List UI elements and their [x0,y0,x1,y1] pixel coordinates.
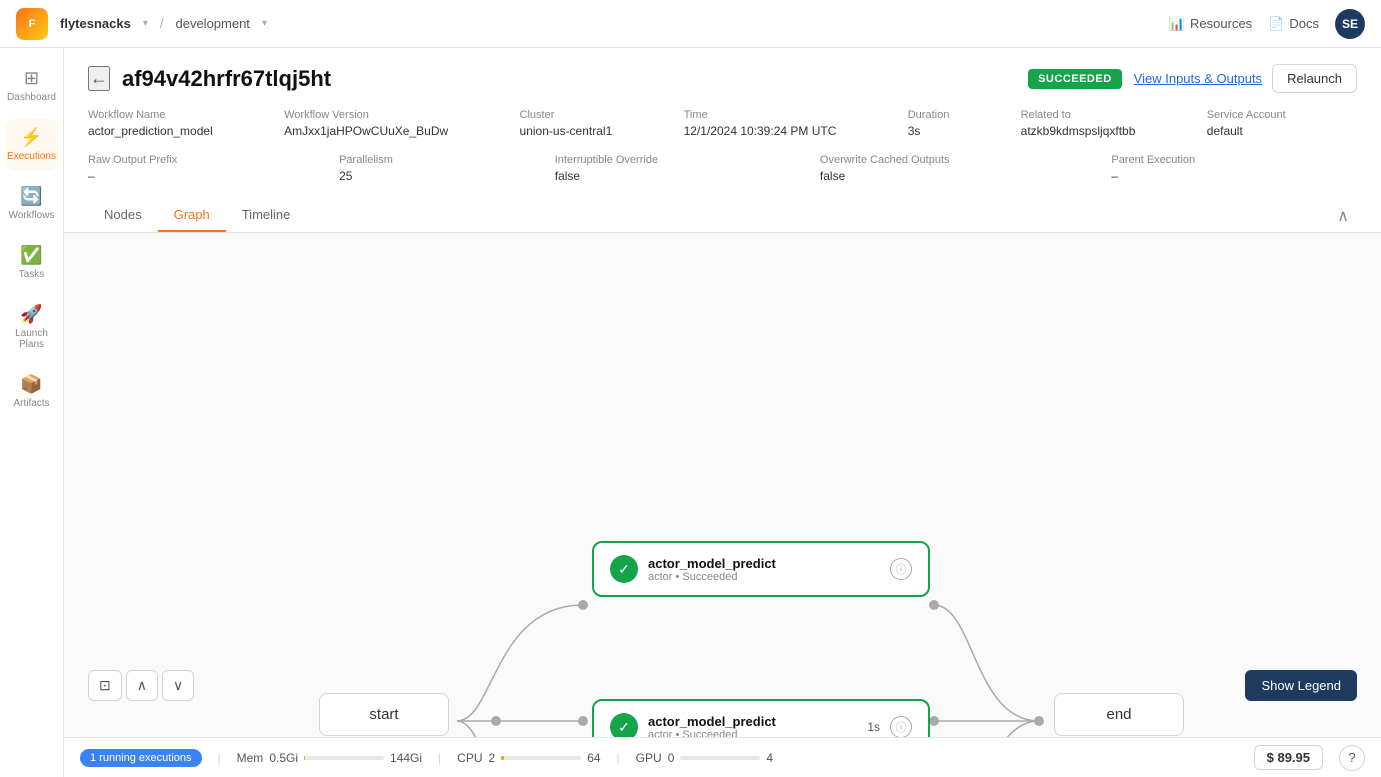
org-label[interactable]: flytesnacks [60,16,131,31]
mem-current: 0.5Gi [269,751,298,765]
zoom-fit-button[interactable]: ⊡ [88,670,122,701]
cost-badge: $ 89.95 [1254,745,1323,770]
gpu-max: 4 [766,751,773,765]
avatar[interactable]: SE [1335,9,1365,39]
meta-cluster: Cluster union-us-central1 [520,109,684,138]
sidebar-item-dashboard[interactable]: ⊞ Dashboard [6,60,58,111]
cpu-resource: CPU 2 64 [457,751,600,765]
gpu-resource: GPU 0 4 [636,751,773,765]
docs-icon: 📄 [1268,16,1284,32]
graph-toolbar: ⊡ ∧ ∨ [88,670,194,701]
node-info-text: actor_model_predict actor • Succeeded [648,714,853,738]
cpu-bar [501,756,581,760]
metadata-row1: Workflow Name actor_prediction_model Wor… [88,109,1357,138]
metadata-row2: Raw Output Prefix – Parallelism 25 Inter… [88,154,1357,183]
tasks-icon: ✅ [20,245,42,266]
sidebar-item-workflows[interactable]: 🔄 Workflows [6,178,58,229]
tab-nodes[interactable]: Nodes [88,199,158,232]
sidebar: ⊞ Dashboard ⚡ Executions 🔄 Workflows ✅ T… [0,48,64,777]
graph-area: start ✓ actor_model_predict actor • Succ… [64,233,1381,737]
cost-value: $ 89.95 [1267,750,1310,765]
main-content: ← af94v42hrfr67tlqj5ht SUCCEEDED View In… [64,48,1381,777]
meta-workflow-name: Workflow Name actor_prediction_model [88,109,284,138]
mem-resource: Mem 0.5Gi 144Gi [237,751,422,765]
help-button[interactable]: ? [1339,745,1365,771]
sidebar-item-label: Dashboard [7,92,56,103]
bar-chart-icon: 📊 [1169,16,1185,32]
logo-icon: F [16,8,48,40]
node-info-button[interactable]: ⓘ [890,558,912,580]
cpu-fill [501,756,503,760]
mem-bar [304,756,384,760]
meta-overwrite-cache: Overwrite Cached Outputs false [820,154,1111,183]
cpu-current: 2 [489,751,496,765]
cpu-label: CPU [457,751,482,765]
env-chevron-icon: ▾ [262,18,267,29]
meta-duration: Duration 3s [908,109,1021,138]
sidebar-item-artifacts[interactable]: 📦 Artifacts [6,366,58,417]
meta-raw-output: Raw Output Prefix – [88,154,339,183]
sidebar-item-tasks[interactable]: ✅ Tasks [6,237,58,288]
flow-connections [64,233,1381,737]
success-icon: ✓ [610,555,638,583]
zoom-in-button[interactable]: ∧ [126,670,158,701]
mem-label: Mem [237,751,264,765]
sidebar-item-label: Artifacts [13,398,49,409]
success-icon: ✓ [610,713,638,737]
running-executions-badge[interactable]: 1 running executions [80,749,202,767]
org-chevron-icon: ▾ [143,18,148,29]
collapse-button[interactable]: ∧ [1329,202,1357,230]
relaunch-button[interactable]: Relaunch [1272,64,1357,93]
end-node: end [1054,693,1184,736]
meta-related-to: Related to atzkb9kdmspsljqxftbb [1021,109,1207,138]
workflows-icon: 🔄 [20,186,42,207]
meta-workflow-version: Workflow Version AmJxx1jaHPOwCUuXe_BuDw [284,109,519,138]
tab-graph[interactable]: Graph [158,199,226,232]
back-button[interactable]: ← [88,66,110,91]
dashboard-icon: ⊞ [24,68,39,89]
executions-icon: ⚡ [20,127,42,148]
mem-max: 144Gi [390,751,422,765]
task-node-1[interactable]: ✓ actor_model_predict actor • Succeeded … [592,541,930,597]
meta-parent-execution: Parent Execution – [1111,154,1357,183]
docs-button[interactable]: 📄 Docs [1268,16,1319,32]
meta-interruptible: Interruptible Override false [555,154,820,183]
sidebar-item-label: Executions [7,151,56,162]
topbar: F flytesnacks ▾ / development ▾ 📊 Resour… [0,0,1381,48]
node-info-text: actor_model_predict actor • Succeeded [648,556,880,583]
page-title: af94v42hrfr67tlqj5ht [122,66,1016,92]
env-label[interactable]: development [175,16,249,31]
tab-timeline[interactable]: Timeline [226,199,307,232]
meta-parallelism: Parallelism 25 [339,154,555,183]
sidebar-item-label: Tasks [19,269,45,280]
start-node: start [319,693,449,736]
meta-time: Time 12/1/2024 10:39:24 PM UTC [684,109,908,138]
status-badge: SUCCEEDED [1028,69,1122,89]
gpu-label: GPU [636,751,662,765]
meta-service-account: Service Account default [1207,109,1357,138]
artifacts-icon: 📦 [20,374,42,395]
resources-button[interactable]: 📊 Resources [1169,16,1252,32]
node-info-button[interactable]: ⓘ [890,716,912,737]
cpu-max: 64 [587,751,600,765]
execution-header: ← af94v42hrfr67tlqj5ht SUCCEEDED View In… [64,48,1381,233]
view-inputs-outputs-button[interactable]: View Inputs & Outputs [1134,64,1262,93]
zoom-out-button[interactable]: ∨ [162,670,194,701]
gpu-current: 0 [668,751,675,765]
bottom-bar: 1 running executions | Mem 0.5Gi 144Gi |… [64,737,1381,777]
show-legend-button[interactable]: Show Legend [1245,670,1357,701]
sidebar-item-launch-plans[interactable]: 🚀 Launch Plans [6,296,58,358]
sidebar-item-label: Launch Plans [10,328,54,350]
tabs-row: Nodes Graph Timeline ∧ [88,199,1357,232]
sidebar-item-label: Workflows [9,210,55,221]
launch-plans-icon: 🚀 [20,304,42,325]
gpu-bar [680,756,760,760]
task-node-2[interactable]: ✓ actor_model_predict actor • Succeeded … [592,699,930,737]
sidebar-item-executions[interactable]: ⚡ Executions [6,119,58,170]
